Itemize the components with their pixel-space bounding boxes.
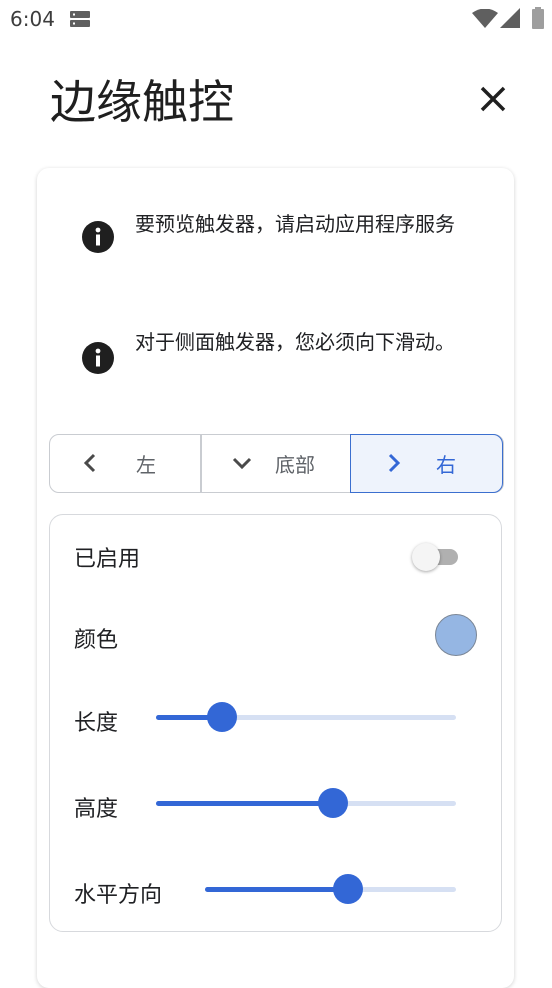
color-swatch[interactable] <box>435 614 477 656</box>
info-text: 对于侧面触发器，您必须向下滑动。 <box>135 330 455 354</box>
slider-fill <box>156 801 333 806</box>
tab-bottom-label: 底部 <box>275 453 315 477</box>
status-time: 6:04 <box>10 7 55 31</box>
close-icon <box>480 86 506 112</box>
storage-icon <box>70 11 90 27</box>
chevron-left-icon <box>83 453 96 473</box>
info-icon <box>82 342 114 374</box>
horizontal-slider[interactable] <box>205 873 456 905</box>
length-label: 长度 <box>74 711 119 736</box>
tab-left[interactable]: 左 <box>50 435 200 492</box>
height-slider[interactable] <box>156 787 456 819</box>
enabled-label: 已启用 <box>74 547 141 572</box>
tab-left-label: 左 <box>136 453 156 477</box>
signal-icon <box>500 8 520 28</box>
tab-right[interactable]: 右 <box>350 435 503 492</box>
slider-thumb[interactable] <box>207 702 237 732</box>
page-title: 边缘触控 <box>50 75 234 129</box>
tab-right-label: 右 <box>436 453 456 477</box>
color-label: 颜色 <box>74 628 119 653</box>
tab-bottom[interactable]: 底部 <box>201 435 350 492</box>
enabled-toggle[interactable] <box>412 543 462 571</box>
status-bar: 6:04 <box>0 0 552 38</box>
slider-thumb[interactable] <box>333 874 364 904</box>
close-button[interactable] <box>474 80 512 118</box>
length-slider[interactable] <box>156 701 456 733</box>
trigger-settings-panel: 已启用 颜色 长度 高度 水平方向 <box>49 514 502 932</box>
edge-trigger-card: 要预览触发器，请启动应用程序服务 对于侧面触发器，您必须向下滑动。 左 底部 右… <box>37 168 514 988</box>
horizontal-label: 水平方向 <box>74 883 163 908</box>
info-icon <box>82 221 114 253</box>
wifi-icon <box>472 9 498 28</box>
chevron-right-icon <box>388 453 401 473</box>
battery-icon <box>532 7 544 29</box>
chevron-down-icon <box>232 457 252 470</box>
height-label: 高度 <box>74 797 119 822</box>
slider-thumb[interactable] <box>318 788 348 818</box>
info-text: 要预览触发器，请启动应用程序服务 <box>135 212 455 236</box>
position-selector: 左 底部 右 <box>49 433 504 493</box>
toggle-thumb <box>412 543 440 571</box>
slider-fill <box>205 887 349 892</box>
